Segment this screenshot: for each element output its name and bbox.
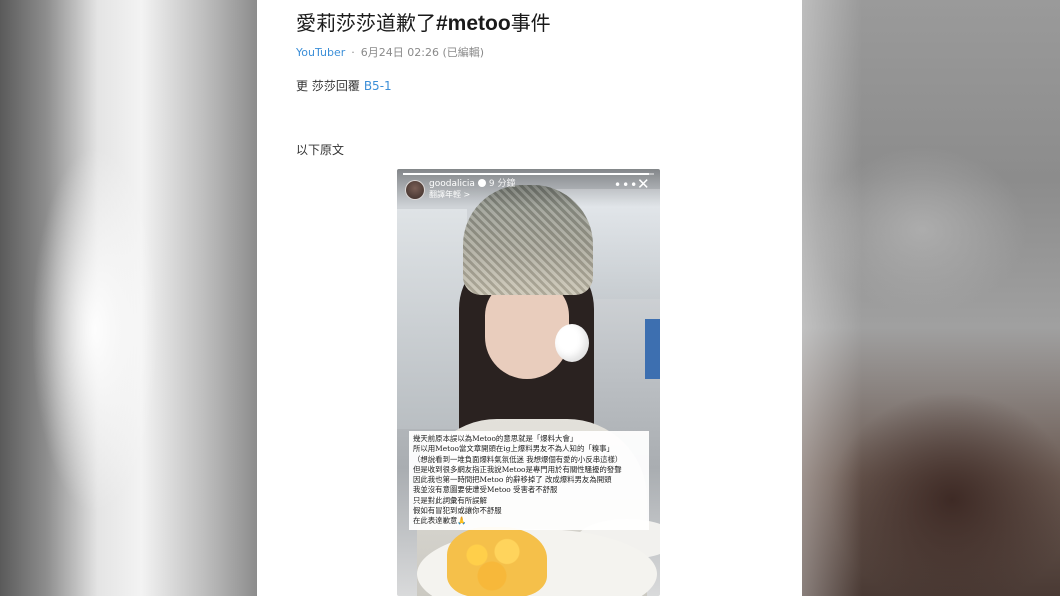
- story-header: goodalicia 9 分鐘 翻譯年輕 > ••• ✕: [397, 169, 660, 207]
- story-username[interactable]: goodalicia: [429, 179, 475, 189]
- story-progress-bar: [403, 173, 654, 175]
- story-photo-window: [397, 209, 467, 429]
- meta-separator: ·: [351, 46, 355, 59]
- caption-line: （想說看到一堆負面爆料氣氛低迷 我想爆個有愛的小反串這樣）: [413, 454, 623, 464]
- post-column: 愛莉莎莎道歉了#metoo事件 YouTuber · 6月24日 02:26 (已編…: [257, 0, 802, 596]
- story-photo-sign: [645, 319, 660, 379]
- close-icon[interactable]: ✕: [637, 177, 650, 192]
- caption-line: 幾天前原本誤以為Metoo的意思就是「爆料大會」: [413, 434, 578, 443]
- post-meta: YouTuber · 6月24日 02:26 (已編輯): [296, 46, 484, 60]
- reply-floor-link[interactable]: B5-1: [364, 79, 392, 93]
- story-photo-scrambled-egg: [447, 527, 547, 596]
- update-line: 更 莎莎回覆 B5-1: [296, 78, 392, 94]
- post-title-hashtag[interactable]: #metoo: [436, 12, 511, 35]
- verified-badge-icon: [477, 179, 486, 187]
- post-title-suffix: 事件: [510, 11, 551, 35]
- story-time: 9 分鐘: [488, 179, 516, 189]
- blurred-background-right: [802, 0, 1060, 596]
- story-user-line: goodalicia 9 分鐘: [429, 178, 516, 190]
- caption-line: 在此表達歉意🙏: [413, 516, 467, 526]
- caption-line: 只是對此詞彙有所誤解: [413, 495, 487, 505]
- more-horizontal-icon[interactable]: •••: [614, 179, 638, 191]
- caption-line: 因此我也第一時間把Metoo 的辭移掉了 改成爆料男友為開頭: [413, 475, 612, 485]
- screenshot-stage: 愛莉莎莎道歉了#metoo事件 YouTuber · 6月24日 02:26 (已編…: [0, 0, 1060, 596]
- caption-line: 但是收到很多網友指正我說Metoo是專門用於有關性騷擾的發聲: [413, 464, 622, 474]
- story-photo-cup: [555, 324, 589, 362]
- caption-line: 所以用Metoo當文章開頭在ig上爆料男友不為人知的「糗事」: [413, 444, 614, 454]
- post-timestamp: 6月24日 02:26 (已編輯): [360, 46, 485, 59]
- avatar[interactable]: [405, 180, 425, 200]
- caption-line: 假如有冒犯到或讓你不舒服: [413, 506, 502, 516]
- story-caption-box: 幾天前原本誤以為Metoo的意思就是「爆料大會」 所以用Metoo當文章開頭在i…: [409, 431, 649, 530]
- blurred-background-left: [0, 0, 257, 596]
- story-progress-fill: [403, 173, 649, 175]
- story-subtitle[interactable]: 翻譯年輕 >: [429, 190, 470, 200]
- post-title-text: 愛莉莎莎道歉了: [296, 11, 436, 35]
- update-prefix: 更 莎莎回覆: [296, 79, 360, 93]
- board-link[interactable]: YouTuber: [296, 46, 345, 59]
- story-screenshot-image[interactable]: goodalicia 9 分鐘 翻譯年輕 > ••• ✕ 幾天前原本誤以為Meto…: [397, 169, 660, 596]
- caption-line: 我並沒有意圖要使遭受Metoo 受害者不舒服: [413, 485, 558, 495]
- original-text-label: 以下原文: [296, 143, 345, 157]
- post-title: 愛莉莎莎道歉了#metoo事件: [296, 10, 551, 37]
